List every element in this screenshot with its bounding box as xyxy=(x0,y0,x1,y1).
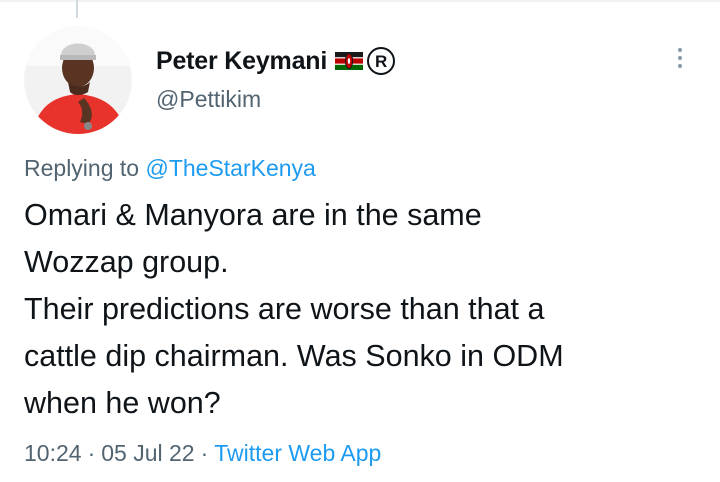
more-dot xyxy=(678,64,682,68)
more-dot xyxy=(678,48,682,52)
tweet-meta: 10:24 · 05 Jul 22 · Twitter Web App xyxy=(24,440,381,467)
tweet-text: Omari & Manyora are in the same Wozzap g… xyxy=(24,192,704,427)
kenya-flag-icon xyxy=(335,52,364,70)
top-divider xyxy=(0,0,720,2)
tweet-text-line: cattle dip chairman. Was Sonko in ODM xyxy=(24,339,564,373)
tweet-text-line: when he won? xyxy=(24,386,221,420)
more-dot xyxy=(678,56,682,60)
profile-photo-icon xyxy=(24,26,132,134)
tweet-text-line: Omari & Manyora are in the same xyxy=(24,198,482,232)
tweet-date[interactable]: 05 Jul 22 xyxy=(101,440,194,467)
meta-separator: · xyxy=(87,440,96,466)
avatar[interactable] xyxy=(24,26,132,134)
meta-separator: · xyxy=(200,440,209,466)
tweet-text-line: Wozzap group. xyxy=(24,245,229,279)
tweet-time[interactable]: 10:24 xyxy=(24,440,82,467)
registered-mark-icon: R xyxy=(367,47,396,75)
thread-connector-line xyxy=(76,0,78,18)
replying-to: Replying to @TheStarKenya xyxy=(24,155,316,182)
replying-to-label: Replying to xyxy=(24,155,140,181)
author-name-row: Peter Keymani R xyxy=(156,44,396,78)
tweet-source-link[interactable]: Twitter Web App xyxy=(214,440,381,467)
author-handle[interactable]: @Pettikim xyxy=(156,86,261,113)
more-options-icon[interactable] xyxy=(668,42,692,74)
author-display-name[interactable]: Peter Keymani xyxy=(156,47,327,76)
reply-mention-link[interactable]: @TheStarKenya xyxy=(145,155,315,181)
tweet-text-line: Their predictions are worse than that a xyxy=(24,292,545,326)
